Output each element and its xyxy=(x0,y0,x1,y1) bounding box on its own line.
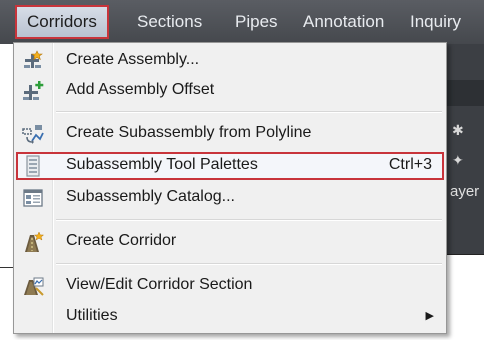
menu-item-label: View/Edit Corridor Section xyxy=(66,276,253,293)
background-tool-icon: ✱ xyxy=(452,122,464,138)
menu-separator xyxy=(56,263,442,265)
create-corridor-icon xyxy=(22,231,45,253)
create-assembly-icon xyxy=(22,50,44,72)
add-assembly-offset-icon xyxy=(22,80,44,102)
background-ribbon xyxy=(447,44,484,254)
menu-item-create-assembly[interactable]: Create Assembly... xyxy=(16,47,444,75)
menu-pipes[interactable]: Pipes xyxy=(235,10,278,34)
menu-item-view-edit-corridor-section[interactable]: View/Edit Corridor Section xyxy=(16,272,444,300)
menu-item-label: Utilities xyxy=(66,307,118,324)
menu-separator xyxy=(56,219,442,221)
menu-annotation[interactable]: Annotation xyxy=(303,10,384,34)
catalog-icon xyxy=(22,187,44,209)
shortcut-label: Ctrl+3 xyxy=(388,156,432,173)
menu-item-label: Add Assembly Offset xyxy=(66,81,215,98)
menu-item-create-subassembly-from-polyline[interactable]: Create Subassembly from Polyline xyxy=(16,120,444,148)
menu-item-subassembly-tool-palettes[interactable]: Subassembly Tool Palettes Ctrl+3 xyxy=(16,152,444,180)
menu-item-label: Subassembly Tool Palettes xyxy=(66,156,258,173)
menu-corridors[interactable]: Corridors xyxy=(15,5,109,39)
menu-item-label: Create Assembly... xyxy=(66,51,200,68)
tool-palettes-icon xyxy=(22,155,44,177)
menu-item-add-assembly-offset[interactable]: Add Assembly Offset xyxy=(16,77,444,105)
background-line xyxy=(0,267,14,268)
submenu-arrow-icon: ▶ xyxy=(425,310,434,322)
menu-item-label: Create Subassembly from Polyline xyxy=(66,124,312,141)
subassembly-polyline-icon xyxy=(22,123,44,145)
menu-item-subassembly-catalog[interactable]: Subassembly Catalog... xyxy=(16,184,444,212)
corridor-section-icon xyxy=(22,275,44,297)
menu-item-label: Create Corridor xyxy=(66,232,177,249)
menu-sections[interactable]: Sections xyxy=(137,10,202,34)
background-panel xyxy=(447,80,484,106)
menu-bar: Corridors Sections Pipes Annotation Inqu… xyxy=(0,0,484,44)
menu-item-label: Subassembly Catalog... xyxy=(66,188,235,205)
menu-item-create-corridor[interactable]: Create Corridor xyxy=(16,228,444,256)
background-canvas xyxy=(447,254,484,275)
menu-separator xyxy=(56,111,442,113)
menu-inquiry[interactable]: Inquiry xyxy=(410,10,461,34)
background-tool-icon: ✦ xyxy=(452,152,464,168)
background-layer-label: ayer xyxy=(450,183,480,200)
corridors-dropdown-menu: Create Assembly... Add Assembly Offset C… xyxy=(13,42,447,334)
menu-item-utilities[interactable]: Utilities ▶ xyxy=(16,303,444,331)
